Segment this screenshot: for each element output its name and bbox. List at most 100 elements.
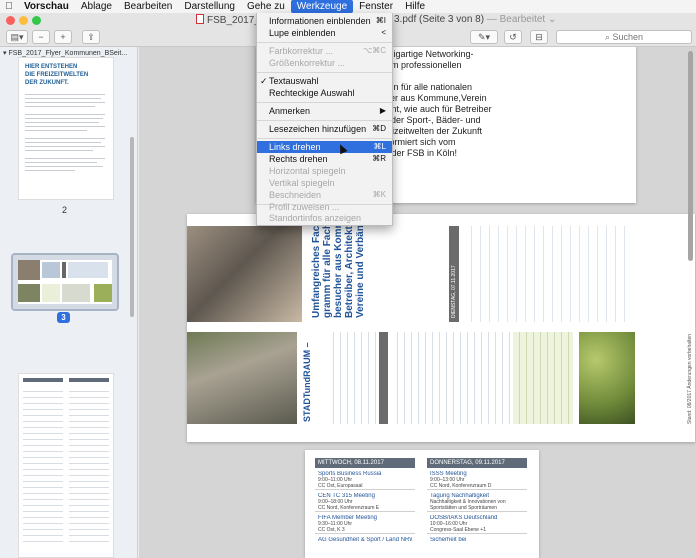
menu-item-label: Anmerken	[269, 106, 311, 116]
pdf-icon	[196, 14, 204, 24]
menu-werkzeuge[interactable]: Werkzeuge	[290, 0, 354, 13]
headline-line: besucher aus Kommunen,	[333, 214, 344, 318]
menu-item-lupe[interactable]: Lupe einblenden <	[257, 27, 392, 39]
page-label-2: 2	[62, 205, 68, 215]
headline-line: Umfangreiches Fachpro-	[311, 214, 322, 318]
thumbnail-page-4[interactable]	[18, 373, 114, 558]
entry-title: AG Gesundheit & Sport / Land NRW	[318, 537, 412, 543]
menu-item-anmerken[interactable]: Anmerken ▶	[257, 105, 392, 117]
menu-ablage[interactable]: Ablage	[75, 0, 118, 13]
menu-item-rechts-drehen[interactable]: Rechts drehen ⌘R	[257, 153, 392, 165]
menu-item-rechteckige-auswahl[interactable]: Rechteckige Auswahl	[257, 87, 392, 99]
menu-shortcut: ⌘R	[372, 154, 386, 163]
menu-app[interactable]: Vorschau	[18, 0, 75, 13]
menu-hilfe[interactable]: Hilfe	[399, 0, 431, 13]
thumb-text-line	[25, 130, 87, 131]
menu-item-links-drehen[interactable]: Links drehen ⌘L	[257, 141, 392, 153]
page-label-3-selected: 3	[57, 312, 70, 323]
checkmark-icon: ✓	[260, 76, 268, 86]
thumb-dayheader	[69, 378, 109, 382]
document-view[interactable]: für einzigartige Networking- pen zum pro…	[139, 47, 696, 558]
day-header: MITTWOCH, 08.11.2017	[315, 458, 415, 468]
menu-item-info[interactable]: Informationen einblenden ⌘I	[257, 15, 392, 27]
thumb-text-line	[25, 146, 105, 147]
thumb-text-block	[42, 284, 60, 302]
thumb-photo	[18, 260, 40, 280]
sidebar-document-title[interactable]: ▾ FSB_2017_Flyer_Kommunen_BSeit...	[3, 49, 127, 57]
thumb-entries	[69, 386, 109, 546]
menu-item-standortinfos: Standortinfos anzeigen	[257, 212, 392, 224]
schedule-entry: Sports Business Russia 9:00–11:00 Uhr CC O…	[315, 468, 415, 490]
schedule-entry: DOSB/IAKS Deutschland 10:00–16:00 Uhr Cong…	[427, 512, 527, 534]
menu-gehe-zu[interactable]: Gehe zu	[241, 0, 291, 13]
toolbox-button[interactable]: ⊟	[530, 30, 548, 44]
entry-place: CC Ost, Europasaal	[318, 483, 363, 489]
headline-line: Vereine und Verbände	[355, 214, 366, 318]
headline-block: Umfangreiches Fachpro- gramm für alle Fa…	[307, 214, 447, 322]
menu-item-textauswahl[interactable]: ✓ Textauswahl	[257, 75, 392, 87]
menu-item-horizontal-spiegeln: Horizontal spiegeln	[257, 165, 392, 177]
search-input[interactable]: ⌕ Suchen	[556, 30, 692, 44]
menu-item-label: Lupe einblenden	[269, 28, 336, 38]
pdf-page-3: Umfangreiches Fachpro- gramm für alle Fa…	[187, 214, 695, 442]
menu-item-vertikal-spiegeln: Vertikal spiegeln	[257, 177, 392, 189]
share-button[interactable]: ⇪	[82, 30, 100, 44]
thumb-text-block	[68, 262, 108, 278]
thumbnail-page-3	[18, 260, 112, 304]
minimize-button[interactable]	[19, 16, 28, 25]
thumb-text-line	[25, 94, 105, 95]
rotate-button[interactable]: ↺	[504, 30, 522, 44]
basketball-photo	[187, 226, 302, 322]
entry-place: CC Ost, K 3	[318, 527, 345, 533]
menu-separator	[257, 102, 392, 103]
menu-item-label: Größenkorrektur ...	[269, 58, 346, 68]
menu-item-farbkorrektur: Farbkorrektur ... ⌥⌘C	[257, 45, 392, 57]
window-title-pages: 3.pdf (Seite 3 von 8)	[394, 14, 485, 25]
thumb-text-line	[25, 114, 105, 115]
menu-item-label: Profil zuweisen ...	[269, 202, 340, 212]
menu-fenster[interactable]: Fenster	[353, 0, 399, 13]
thumb-photo	[18, 284, 40, 302]
thumb-text-block	[62, 284, 90, 302]
menu-item-lesezeichen[interactable]: Lesezeichen hinzufügen ⌘D	[257, 123, 392, 135]
submenu-arrow-icon: ▶	[379, 106, 386, 115]
headline-2: STADTundRAUM –	[302, 342, 313, 422]
date-band: DIENSTAG, 07.11.2017	[449, 226, 459, 322]
menu-shortcut: ⌘L	[373, 142, 386, 151]
schedule-entry: Sicherheit bei	[427, 534, 527, 556]
thumb-text-line	[25, 162, 97, 163]
menu-darstellung[interactable]: Darstellung	[178, 0, 241, 13]
edited-indicator[interactable]: — Bearbeitet ⌄	[487, 14, 557, 25]
date-band	[379, 332, 388, 424]
sidebar-title-text: FSB_2017_Flyer_Kommunen_BSeit...	[8, 50, 128, 57]
zoom-in-button[interactable]: +	[54, 30, 72, 44]
thumb-text-line	[25, 170, 75, 171]
close-button[interactable]	[6, 16, 15, 25]
markup-pen-button[interactable]: ✎▾	[470, 30, 498, 44]
menu-shortcut: ⌘K	[372, 190, 386, 199]
thumb-text-line	[25, 126, 105, 127]
zoom-out-button[interactable]: −	[32, 30, 50, 44]
day-column-wednesday: MITTWOCH, 08.11.2017 Sports Business Rus…	[315, 458, 415, 556]
thumbnail-page-2[interactable]: HIER ENTSTEHEN DIE FREIZEITWELTEN DER ZU…	[18, 57, 114, 200]
menu-item-label: Lesezeichen hinzufügen	[269, 124, 367, 134]
sidebar-toggle-button[interactable]: ▤▾	[6, 30, 28, 44]
apple-icon[interactable]: 	[0, 1, 18, 12]
menu-separator	[257, 138, 392, 139]
menu-bearbeiten[interactable]: Bearbeiten	[118, 0, 178, 13]
zoom-button[interactable]	[32, 16, 41, 25]
thumb-text-line	[25, 102, 105, 103]
sidebar-scrollbar[interactable]	[130, 137, 134, 317]
menu-item-label: Rechts drehen	[269, 154, 328, 164]
thumb-text-line	[25, 142, 101, 143]
day-column-thursday: DONNERSTAG, 09.11.2017 ISSS Meeting 9:00–…	[427, 458, 527, 556]
menu-item-label: Rechteckige Auswahl	[269, 88, 355, 98]
menu-item-label: Informationen einblenden	[269, 16, 371, 26]
menu-item-label: Standortinfos anzeigen	[269, 213, 362, 223]
menu-item-label: Vertikal spiegeln	[269, 178, 335, 188]
thumbnail-page-3-selected[interactable]	[11, 253, 119, 311]
thumb-text-line	[25, 138, 105, 139]
menubar:  Vorschau Ablage Bearbeiten Darstellung…	[0, 0, 696, 13]
document-scrollbar[interactable]	[688, 51, 693, 261]
day-header: DONNERSTAG, 09.11.2017	[427, 458, 527, 468]
